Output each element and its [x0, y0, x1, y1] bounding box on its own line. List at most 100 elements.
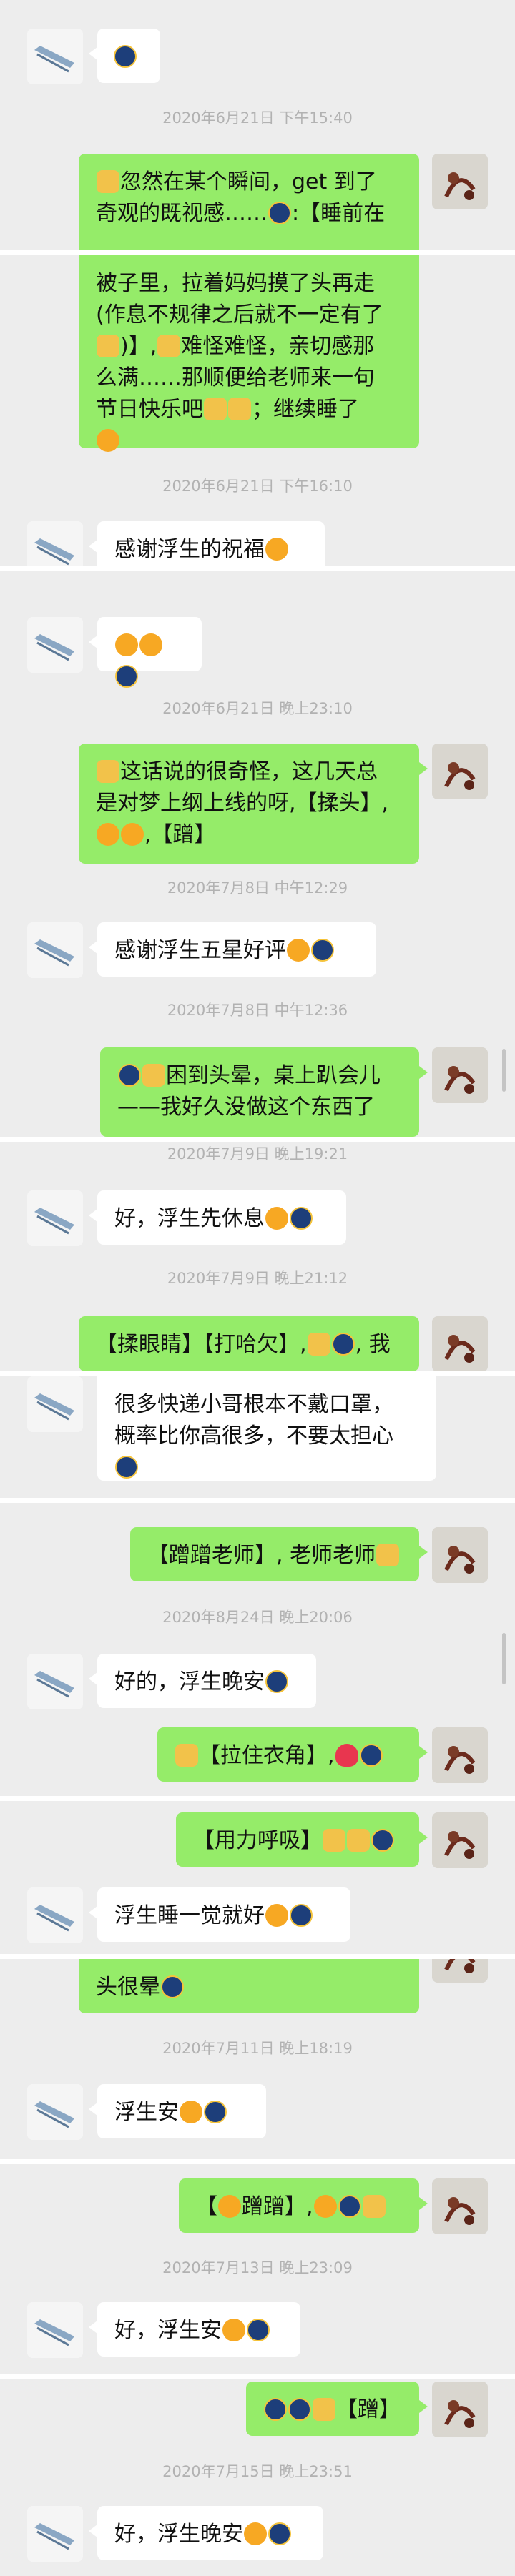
- moon-emoji-icon: [161, 1975, 184, 1998]
- moon-emoji-icon: [331, 1333, 355, 1356]
- handshake-emoji-icon: [287, 939, 310, 962]
- cat-emoji-icon: [97, 170, 119, 193]
- moon-emoji-icon: [118, 1064, 141, 1087]
- sent-message[interactable]: 忽然在某个瞬间，get 到了 奇观的既视感…… :【睡前在: [79, 154, 419, 250]
- contact-avatar[interactable]: [27, 1887, 83, 1943]
- received-message[interactable]: [89, 617, 202, 688]
- contact-avatar[interactable]: [27, 2302, 83, 2358]
- contact-avatar[interactable]: [27, 29, 83, 84]
- contact-avatar[interactable]: [27, 1654, 83, 1709]
- sent-message[interactable]: 【蹭蹭老师】, 老师老师: [130, 1527, 428, 1581]
- my-avatar[interactable]: [432, 2178, 488, 2234]
- my-avatar[interactable]: [432, 1959, 488, 1983]
- received-message[interactable]: 感谢浮生的祝福: [89, 521, 325, 566]
- sent-message[interactable]: 【蹭蹭】,: [179, 2178, 428, 2233]
- contact-avatar[interactable]: [27, 2084, 83, 2140]
- message-text: ；继续睡了: [252, 397, 359, 422]
- cat-emoji-icon: [97, 335, 119, 357]
- received-message[interactable]: 很多快递小哥根本不戴口罩， 概率比你高很多，不要太担心: [97, 1376, 436, 1481]
- message-text: 好，浮生先休息: [114, 1206, 265, 1231]
- chat-block-5: 困到头晕，桌上趴会儿 ——我好久没做这个东西了: [0, 1027, 515, 1137]
- message-text: 这话说的很奇怪，这几天总: [120, 759, 378, 784]
- my-avatar[interactable]: [432, 2382, 488, 2437]
- moon-emoji-icon: [290, 1904, 313, 1927]
- sent-message[interactable]: 头很晕: [79, 1959, 419, 2013]
- message-text: 蹭蹭】,: [242, 2194, 313, 2219]
- received-message[interactable]: [89, 29, 160, 83]
- my-avatar[interactable]: [432, 1316, 488, 1371]
- chat-block-10: 头很晕 2020年7月11日 晚上18:19 浮生安: [0, 1959, 515, 2159]
- cat-emoji-icon: [376, 1544, 400, 1566]
- moon-emoji-icon: [268, 202, 291, 224]
- sent-message[interactable]: 困到头晕，桌上趴会儿 ——我好久没做这个东西了: [100, 1047, 428, 1137]
- handshake-emoji-icon: [265, 538, 288, 561]
- sent-message[interactable]: 这话说的很奇怪，这几天总 是对梦上纲上线的呀,【揉头】, ,【蹭】: [79, 744, 428, 864]
- message-text: 忽然在某个瞬间，get 到了: [120, 169, 377, 194]
- moon-emoji-icon: [264, 2398, 287, 2421]
- received-message[interactable]: 浮生安: [89, 2084, 266, 2138]
- chat-block-4: 2020年7月8日 中午12:29 感谢浮生五星好评 2020年7月8日 中午1…: [0, 872, 515, 1027]
- moon-emoji-icon: [114, 45, 137, 68]
- received-message[interactable]: 好的，浮生晚安: [89, 1654, 316, 1708]
- victory-hand-emoji-icon: [121, 823, 144, 846]
- received-message[interactable]: 好，浮生先休息: [89, 1190, 346, 1245]
- handshake-emoji-icon: [222, 2319, 245, 2341]
- my-avatar[interactable]: [432, 1812, 488, 1868]
- my-avatar[interactable]: [432, 1047, 488, 1103]
- contact-avatar[interactable]: [27, 1190, 83, 1246]
- message-text: 很多快递小哥根本不戴口罩，: [114, 1392, 393, 1417]
- timestamp: 2020年7月9日 晚上21:12: [167, 1270, 348, 1287]
- sent-message[interactable]: 【用力呼吸】: [176, 1812, 428, 1867]
- message-text: 是对梦上纲上线的呀,【揉头】,: [96, 791, 389, 816]
- yawn-emoji-icon: [97, 429, 119, 452]
- message-text: 被子里，拉着妈妈摸了头再走: [96, 271, 375, 296]
- moon-emoji-icon: [288, 2398, 311, 2421]
- contact-avatar[interactable]: [27, 1376, 83, 1432]
- chat-block-8: 【蹭蹭老师】, 老师老师 2020年8月24日 晚上20:06 好的，浮生晚安 …: [0, 1504, 515, 1796]
- sent-message[interactable]: 【揉眼睛】【打哈欠】, , 我: [79, 1316, 419, 1371]
- message-text: 浮生睡一觉就好: [114, 1903, 265, 1928]
- my-avatar[interactable]: [432, 154, 488, 209]
- timestamp: 2020年7月9日 晚上19:21: [167, 1145, 348, 1163]
- received-message[interactable]: 好，浮生安: [89, 2302, 300, 2357]
- chat-block-12: 【蹭】 2020年7月15日 晚上23:51 好，浮生晚安: [0, 2379, 515, 2576]
- sent-message[interactable]: 【拉住衣角】,: [157, 1727, 428, 1782]
- cat-emoji-icon: [347, 1829, 370, 1852]
- received-message[interactable]: 感谢浮生五星好评: [89, 922, 376, 977]
- timestamp: 2020年6月21日 下午15:40: [162, 109, 353, 127]
- message-text: 感谢浮生的祝福: [114, 537, 265, 562]
- scrollbar[interactable]: [502, 1633, 506, 1684]
- moon-emoji-icon: [359, 1744, 383, 1767]
- contact-avatar[interactable]: [27, 2506, 83, 2562]
- timestamp: 2020年6月21日 下午16:10: [162, 478, 353, 495]
- my-avatar[interactable]: [432, 744, 488, 799]
- moon-emoji-icon: [204, 2101, 227, 2123]
- contact-avatar[interactable]: [27, 617, 83, 673]
- message-text: 好的，浮生晚安: [114, 1669, 265, 1694]
- chat-block-3: 2020年6月21日 晚上23:10 这话说的很奇怪，这几天总 是对梦上纲上线的…: [0, 572, 515, 872]
- contact-avatar[interactable]: [27, 521, 83, 566]
- received-message[interactable]: 浮生睡一觉就好: [89, 1887, 350, 1942]
- message-text: 【拉住衣角】,: [199, 1743, 335, 1768]
- message-text: :【睡前在: [292, 201, 386, 226]
- chat-block-9: 【用力呼吸】 浮生睡一觉就好: [0, 1802, 515, 1954]
- timestamp: 2020年7月11日 晚上18:19: [162, 2040, 353, 2057]
- my-avatar[interactable]: [432, 1727, 488, 1783]
- yawn-emoji-icon: [313, 2195, 337, 2218]
- timestamp: 2020年7月13日 晚上23:09: [162, 2259, 353, 2276]
- timestamp: 2020年6月21日 晚上23:10: [162, 700, 353, 717]
- sent-message[interactable]: 被子里，拉着妈妈摸了头再走 (作息不规律之后就不一定有了 )】, 难怪难怪，亲切感…: [79, 255, 419, 452]
- chat-block-7: 很多快递小哥根本不戴口罩， 概率比你高很多，不要太担心: [0, 1376, 515, 1498]
- message-text: 困到头晕，桌上趴会儿: [166, 1063, 381, 1088]
- handshake-emoji-icon: [265, 1207, 288, 1230]
- message-text: 么满……那顺便给老师来一句: [96, 365, 375, 390]
- message-text: 奇观的既视感……: [96, 201, 268, 226]
- scrollbar[interactable]: [502, 1049, 506, 1092]
- moon-emoji-icon: [268, 2522, 291, 2545]
- contact-avatar[interactable]: [27, 922, 83, 978]
- my-avatar[interactable]: [432, 1527, 488, 1583]
- received-message[interactable]: 好，浮生晚安: [89, 2506, 323, 2560]
- sent-message[interactable]: 【蹭】: [246, 2382, 428, 2436]
- message-text: 难怪难怪，亲切感那: [181, 334, 375, 359]
- chat-block-11: 【蹭蹭】, 2020年7月13日 晚上23:09 好，浮生安: [0, 2164, 515, 2374]
